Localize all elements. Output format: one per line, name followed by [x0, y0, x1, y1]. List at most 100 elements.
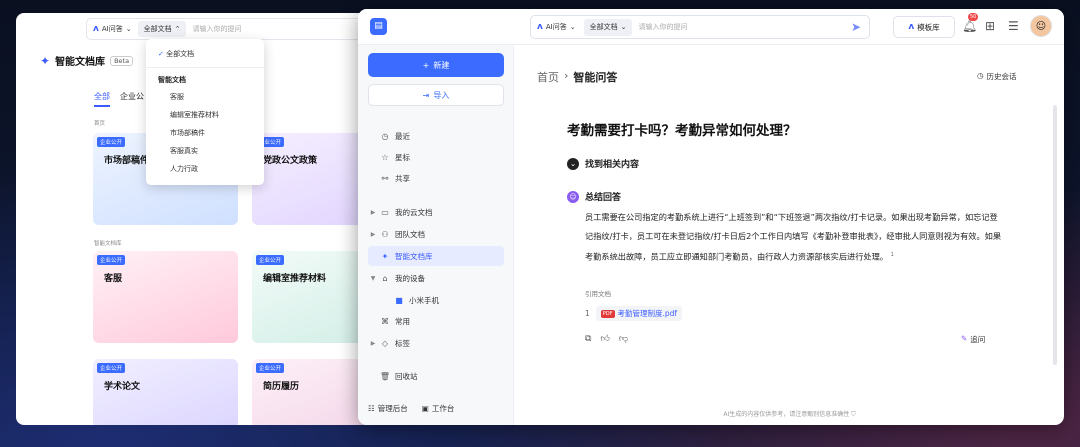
card-badge: 企业公开	[97, 255, 126, 265]
sidebar-item-recent[interactable]: ◷ 最近	[368, 126, 504, 146]
sidebar-item-tags[interactable]: ▶ ◇ 标签	[368, 333, 504, 353]
dropdown-option[interactable]: 编辑室推荐材料	[146, 106, 264, 124]
ai-mode-selector[interactable]: ʌ AI问答 ⌄	[531, 16, 582, 38]
admin-label: 管理后台	[377, 404, 408, 413]
dropdown-option-label: 全部文档	[166, 50, 195, 58]
folder-icon: ▭	[381, 207, 389, 217]
apps-grid-icon[interactable]: ⊞	[985, 19, 995, 33]
pdf-icon: PDF	[600, 309, 615, 318]
sidebar-item-ai-library[interactable]: ✦ 智能文档库	[368, 246, 504, 266]
search-input[interactable]: 请输入你的提问	[632, 22, 850, 32]
ai-logo-icon: ʌ	[93, 24, 99, 34]
dropdown-option[interactable]: 客服真实	[146, 142, 264, 160]
question-title: 考勤需要打卡吗？考勤异常如何处理？	[567, 123, 797, 139]
chevron-right-icon[interactable]: ▶	[368, 340, 378, 347]
back-ai-label: AI问答	[101, 25, 123, 33]
plus-icon: +	[422, 60, 430, 70]
back-search-bar[interactable]: ʌ AI问答 ⌄ 全部文档 ⌃ 请输入你的提问	[86, 18, 386, 40]
copy-icon[interactable]: ⧉	[585, 334, 591, 344]
import-button[interactable]: ⇥ 导入	[368, 84, 504, 106]
import-icon: ⇥	[422, 90, 430, 100]
found-content-heading[interactable]: ⌄ 找到相关内容	[567, 157, 639, 170]
doc-card[interactable]: 企业公开 学术论文	[93, 359, 238, 425]
sidebar-item-my-cloud[interactable]: ▶ ▭ 我的云文档	[368, 202, 504, 222]
back-scope-selector[interactable]: 全部文档 ⌃	[137, 21, 187, 37]
citation-marker[interactable]: 1	[891, 252, 894, 258]
followup-label: 追问	[970, 335, 986, 344]
history-label: 历史会话	[986, 72, 1017, 81]
card-badge: 企业公开	[97, 363, 126, 373]
sidebar-footer: ☷ 管理后台 ▣ 工作台	[368, 403, 504, 414]
notification-badge: 50	[968, 13, 979, 21]
tab-all[interactable]: 全部	[94, 91, 110, 107]
doc-app-icon[interactable]: ▤	[370, 18, 387, 35]
dropdown-option[interactable]: 客服	[146, 88, 264, 106]
send-icon[interactable]: ➤	[851, 20, 869, 34]
chevron-right-icon[interactable]: ▶	[368, 209, 378, 216]
app-logo-icon: ✦	[40, 53, 51, 68]
card-title: 编辑室推荐材料	[263, 274, 327, 284]
summary-heading: ☺ 总结回答	[567, 190, 621, 203]
summary-heading-text: 总结回答	[585, 193, 622, 203]
chevron-up-icon: ⌃	[174, 25, 181, 33]
thumbs-down-icon[interactable]: 👎︎	[619, 334, 628, 344]
card-badge: 企业公开	[256, 255, 285, 265]
found-heading-text: 找到相关内容	[585, 160, 640, 170]
back-ai-selector[interactable]: ʌ AI问答 ⌄	[87, 19, 138, 39]
sidebar-item-mi-phone[interactable]: ■ 小米手机	[368, 290, 504, 310]
sidebar-item-shared[interactable]: ⚯ 共享	[368, 168, 504, 188]
card-title: 客服	[104, 274, 123, 284]
breadcrumb: 首页 › 智能问答	[537, 69, 617, 85]
history-sessions-button[interactable]: ◷ 历史会话	[977, 71, 1017, 82]
template-library-button[interactable]: ʌ 模板库	[893, 16, 955, 38]
workspace-button[interactable]: ▣ 工作台	[422, 403, 455, 414]
chevron-down-icon: ⌄	[569, 23, 576, 31]
bell-icon[interactable]: 🔔︎	[962, 19, 977, 33]
citation-file-name: 考勤管理制度.pdf	[617, 309, 678, 318]
thumbs-up-icon[interactable]: 👍︎	[600, 334, 609, 344]
sidebar-item-my-devices[interactable]: ▼ ⌂ 我的设备	[368, 268, 504, 288]
scope-label: 全部文档	[589, 23, 618, 31]
card-title: 市场部稿件	[104, 156, 150, 166]
scrollbar[interactable]	[1053, 105, 1057, 365]
beta-badge: Beta	[110, 55, 134, 66]
card-title: 简历履历	[263, 382, 300, 392]
clock-icon: ◷	[381, 131, 389, 141]
admin-button[interactable]: ☷ 管理后台	[368, 403, 408, 414]
sidebar-item-frequent[interactable]: ⌘ 常用	[368, 311, 504, 331]
sidebar-item-trash[interactable]: 🗑︎ 回收站	[368, 366, 504, 386]
answer-actions: ⧉ 👍︎ 👎︎	[585, 334, 628, 344]
tab-enterprise[interactable]: 企业公	[120, 91, 144, 107]
chevron-down-icon[interactable]: ▼	[368, 275, 378, 282]
doc-card[interactable]: 企业公开 客服	[93, 251, 238, 343]
dropdown-option[interactable]: 市场部稿件	[146, 124, 264, 142]
disclaimer-text: AI生成的内容仅供参考，请注意甄别信息准确性	[723, 411, 850, 418]
answer-text: 员工需要在公司指定的考勤系统上进行“上班签到”和“下班签退”两次指纹/打卡记录。…	[585, 208, 1005, 267]
card-badge: 企业公开	[256, 363, 285, 373]
history-clock-icon: ◷	[977, 71, 984, 80]
citation-number: 1	[585, 309, 590, 318]
ai-search-bar[interactable]: ʌ AI问答 ⌄ 全部文档 ⌄ 请输入你的提问 ➤	[530, 15, 870, 39]
dropdown-option[interactable]: 人力行政	[146, 160, 264, 178]
citation-file-chip[interactable]: PDF 考勤管理制度.pdf	[595, 306, 683, 321]
menu-icon[interactable]: ☰	[1008, 19, 1019, 33]
top-header: ▤ ʌ AI问答 ⌄ 全部文档 ⌄ 请输入你的提问 ➤ ʌ 模板库 🔔︎ 50 …	[358, 9, 1064, 45]
tag-icon: ◇	[381, 338, 389, 348]
back-search-placeholder[interactable]: 请输入你的提问	[186, 24, 241, 34]
folder-blue-icon: ■	[395, 295, 403, 305]
workspace-icon: ▣	[421, 404, 429, 413]
check-icon: ✓	[158, 50, 164, 58]
new-button[interactable]: + 新建	[368, 53, 504, 77]
template-label: 模板库	[917, 22, 940, 32]
followup-button[interactable]: ✎ 追问	[961, 334, 985, 345]
card-title: 党政公文政策	[263, 156, 318, 166]
sidebar-item-starred[interactable]: ☆ 星标	[368, 147, 504, 167]
breadcrumb-home[interactable]: 首页	[537, 69, 559, 85]
sidebar-item-team[interactable]: ▶ ⚇ 团队文档	[368, 224, 504, 244]
chevron-right-icon[interactable]: ▶	[368, 231, 378, 238]
dropdown-option-all[interactable]: ✓ 全部文档	[146, 45, 264, 63]
section-label-library: 智能文档库	[94, 241, 122, 247]
avatar[interactable]: ☺	[1030, 15, 1052, 37]
citation-label: 引用文档	[585, 290, 611, 298]
scope-selector[interactable]: 全部文档 ⌄	[583, 18, 633, 36]
